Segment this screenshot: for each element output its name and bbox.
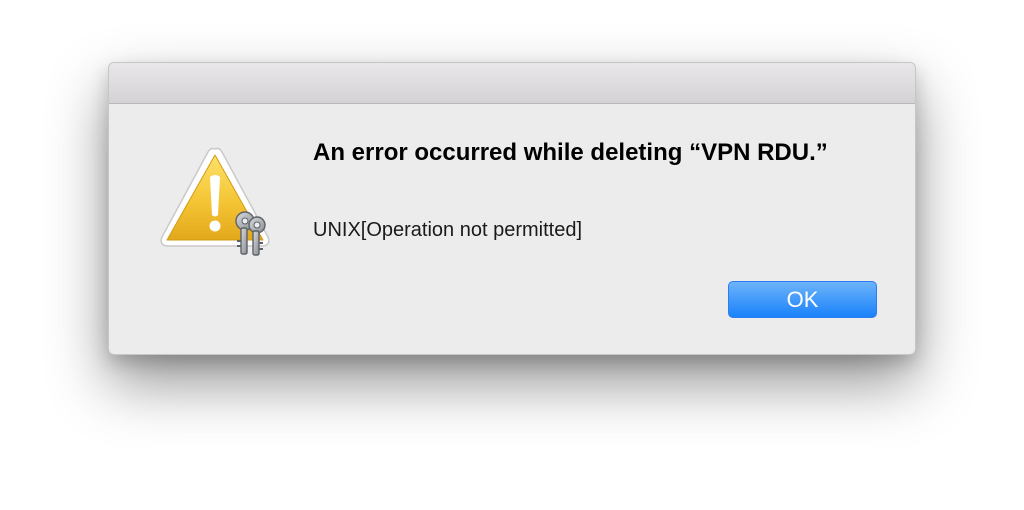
alert-dialog: An error occurred while deleting “VPN RD… <box>108 62 916 355</box>
dialog-titlebar[interactable] <box>109 63 915 104</box>
warning-keychain-icon <box>160 147 270 256</box>
ok-button[interactable]: OK <box>728 281 877 318</box>
screenshot-stage: An error occurred while deleting “VPN RD… <box>0 0 1024 510</box>
alert-message: An error occurred while deleting “VPN RD… <box>313 139 828 166</box>
alert-informative-text: UNIX[Operation not permitted] <box>313 219 583 241</box>
